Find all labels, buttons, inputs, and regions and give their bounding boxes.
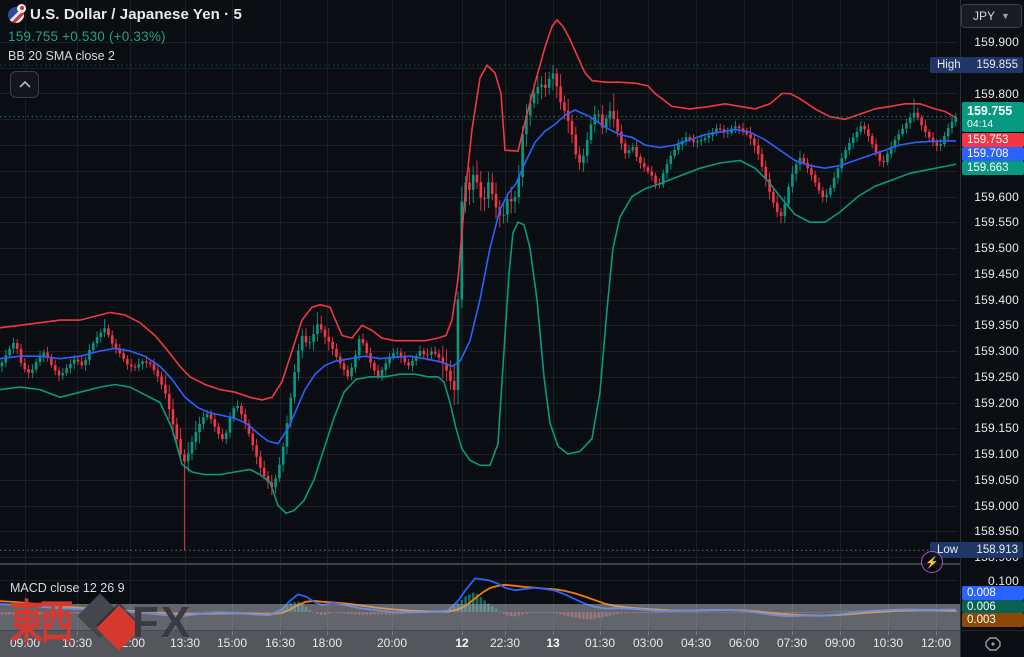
time-axis-tick <box>936 631 937 635</box>
time-axis-label: 12:00 <box>921 636 951 650</box>
lightning-boost-icon[interactable]: ⚡ <box>921 551 943 573</box>
time-axis-label: 12 <box>455 636 468 650</box>
time-axis-label: 09:00 <box>825 636 855 650</box>
candles <box>1 65 957 550</box>
price-axis-label: 159.350 <box>961 317 1019 333</box>
price-axis-label: 159.550 <box>961 214 1019 230</box>
currency-selector[interactable]: JPY ▼ <box>961 4 1022 28</box>
price-axis-label: 159.300 <box>961 343 1019 359</box>
time-axis[interactable]: 09:00 10:30 12:00 13:30 15:00 16:30 18:00 20:00… <box>0 630 960 657</box>
price-axis-label: 159.100 <box>961 446 1019 462</box>
grid <box>0 0 958 630</box>
time-axis-tick <box>792 631 793 635</box>
time-axis-tick <box>840 631 841 635</box>
signal-value-badge: 0.003 <box>962 613 1024 627</box>
time-axis-tick <box>696 631 697 635</box>
chart-canvas[interactable] <box>0 0 960 656</box>
last-price-badge: 159.75504:14 <box>962 102 1024 132</box>
trading-chart-app: { "header": { "symbol_title": "U.S. Doll… <box>0 0 1024 656</box>
bb-upper-value-badge: 159.753 <box>962 133 1024 147</box>
time-axis-tick <box>600 631 601 635</box>
time-axis-tick <box>232 631 233 635</box>
time-axis-tick <box>462 631 463 635</box>
currency-selector-value: JPY <box>973 9 995 23</box>
time-axis-tick <box>280 631 281 635</box>
time-axis-label: 13 <box>546 636 559 650</box>
chevron-down-icon: ▼ <box>1001 11 1010 21</box>
time-axis-label: 04:30 <box>681 636 711 650</box>
chart-legend: U.S. Dollar / Japanese Yen · 5 159.755 +… <box>8 6 242 63</box>
watermark-band <box>0 604 960 630</box>
time-axis-label: 13:30 <box>170 636 200 650</box>
price-axis-label: 159.450 <box>961 266 1019 282</box>
time-axis-label: 10:30 <box>62 636 92 650</box>
bb-lower-value-badge: 159.663 <box>962 161 1024 175</box>
time-axis-tick <box>25 631 26 635</box>
time-axis-label: 07:30 <box>777 636 807 650</box>
macd-indicator-label[interactable]: MACD close 12 26 9 <box>10 581 125 595</box>
time-axis-label: 22:30 <box>490 636 520 650</box>
price-axis-label: 159.200 <box>961 395 1019 411</box>
usdjpy-flag-icon <box>8 7 24 23</box>
time-axis-tick <box>185 631 186 635</box>
time-axis-tick <box>505 631 506 635</box>
time-axis-label: 06:00 <box>729 636 759 650</box>
time-axis-tick <box>130 631 131 635</box>
time-axis-tick <box>648 631 649 635</box>
session-high-badge: High159.855 <box>930 57 1023 73</box>
time-axis-tick <box>744 631 745 635</box>
time-axis-label: 09:00 <box>10 636 40 650</box>
price-axis-label: 159.900 <box>961 34 1019 50</box>
time-axis-tick <box>553 631 554 635</box>
time-axis-tick <box>392 631 393 635</box>
chevron-up-icon <box>19 81 31 88</box>
macd-value-badge: 0.008 <box>962 586 1024 600</box>
symbol-title[interactable]: U.S. Dollar / Japanese Yen · 5 <box>30 6 242 23</box>
time-axis-label: 12:00 <box>115 636 145 650</box>
price-axis-label: 159.150 <box>961 420 1019 436</box>
price-axis-label: 159.400 <box>961 292 1019 308</box>
pane-divider[interactable] <box>0 563 1024 565</box>
scale-settings-icon <box>984 636 1002 652</box>
price-axis-label: 159.800 <box>961 86 1019 102</box>
price-change-summary: 159.755 +0.530 (+0.33%) <box>8 29 242 44</box>
price-axis-label: 159.600 <box>961 189 1019 205</box>
collapse-legend-button[interactable] <box>10 71 39 98</box>
axis-corner-cell[interactable] <box>960 630 1024 657</box>
price-axis-label: 159.000 <box>961 498 1019 514</box>
time-axis-label: 18:00 <box>312 636 342 650</box>
time-axis-tick <box>888 631 889 635</box>
price-axis[interactable]: 159.900159.850159.800159.750159.700159.6… <box>960 0 1024 630</box>
time-axis-label: 20:00 <box>377 636 407 650</box>
time-axis-tick <box>327 631 328 635</box>
time-axis-tick <box>77 631 78 635</box>
bb-upper-line <box>0 20 956 400</box>
price-axis-label: 159.500 <box>961 240 1019 256</box>
bb-basis-value-badge: 159.708 <box>962 147 1024 161</box>
price-axis-label: 159.050 <box>961 472 1019 488</box>
time-axis-label: 01:30 <box>585 636 615 650</box>
session-low-badge: Low158.913 <box>930 542 1023 558</box>
time-axis-label: 16:30 <box>265 636 295 650</box>
time-axis-label: 15:00 <box>217 636 247 650</box>
time-axis-label: 03:00 <box>633 636 663 650</box>
hist-value-badge: 0.006 <box>962 600 1024 613</box>
price-axis-label: 158.950 <box>961 523 1019 539</box>
bb-lower-line <box>0 161 956 514</box>
time-axis-label: 10:30 <box>873 636 903 650</box>
bb-indicator-label[interactable]: BB 20 SMA close 2 <box>8 49 242 63</box>
price-axis-label: 159.250 <box>961 369 1019 385</box>
